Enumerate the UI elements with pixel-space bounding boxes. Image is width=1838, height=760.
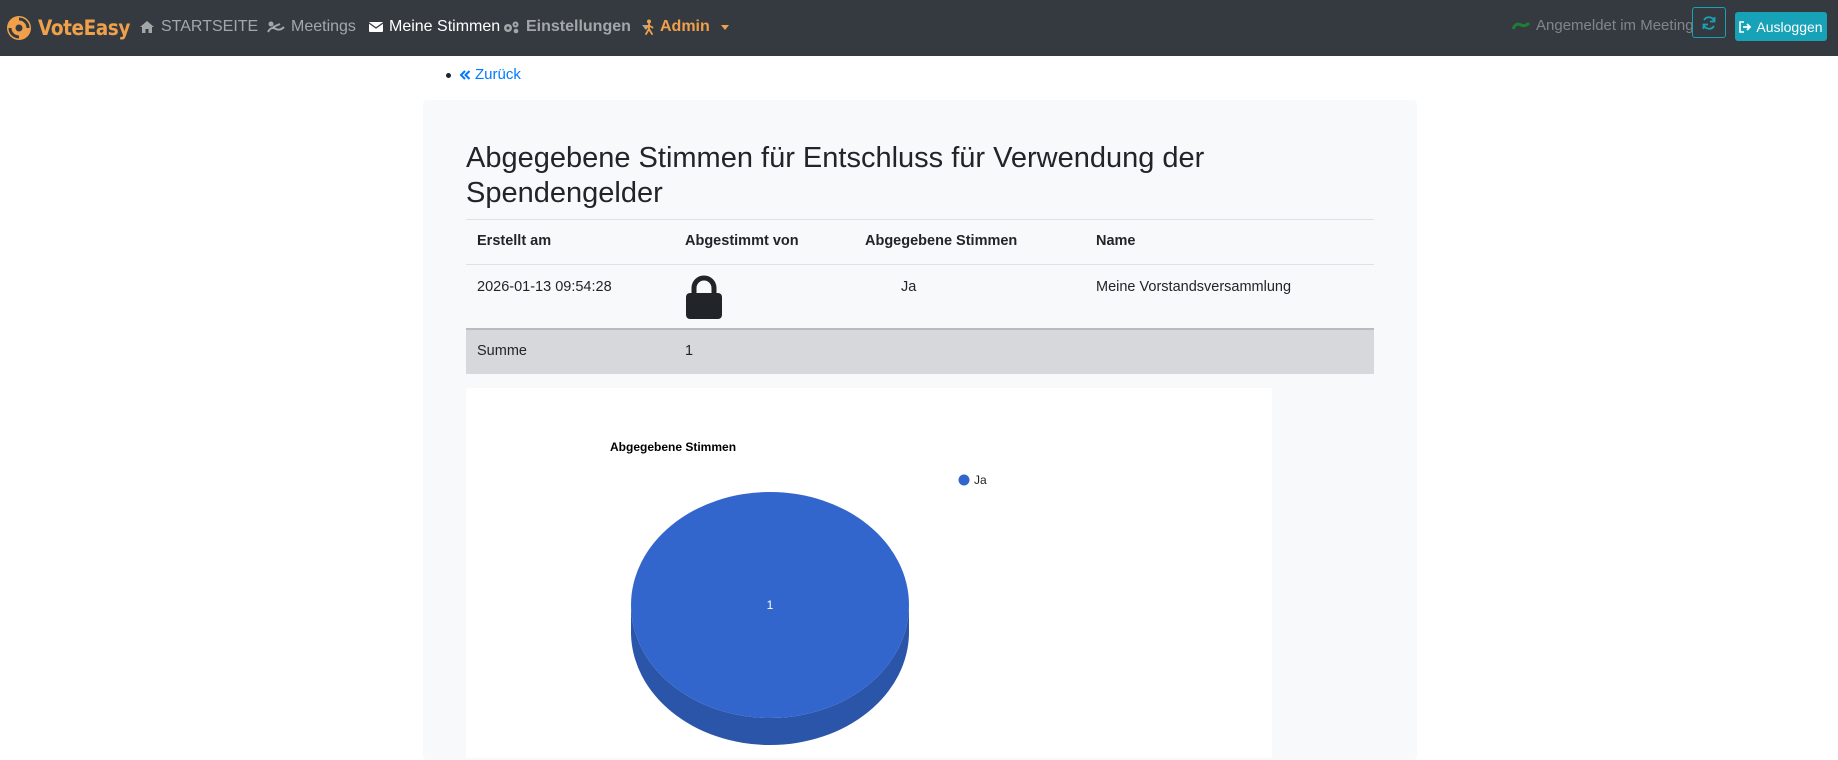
cell-vote: Ja bbox=[901, 279, 917, 295]
logout-label: Ausloggen bbox=[1756, 18, 1823, 35]
meeting-icon bbox=[267, 21, 285, 33]
header-erstellt-am: Erstellt am bbox=[477, 233, 552, 249]
cell-created: 2026-01-13 09:54:28 bbox=[477, 279, 612, 295]
nav-einstellungen-label: Einstellungen bbox=[526, 18, 631, 35]
meeting-status-text: Angemeldet im Meeting bbox=[1536, 16, 1694, 34]
brand-name: VoteEasy bbox=[38, 16, 130, 40]
envelope-icon bbox=[369, 22, 383, 32]
legend-label: Ja bbox=[974, 473, 987, 487]
nav-startseite[interactable]: STARTSEITE bbox=[139, 17, 258, 37]
nav-meine-stimmen[interactable]: Meine Stimmen bbox=[369, 17, 500, 37]
home-icon bbox=[140, 21, 154, 33]
meeting-status: Angemeldet im Meeting bbox=[1512, 15, 1694, 35]
top-navbar: VoteEasy STARTSEITE Meetings Meine Stimm… bbox=[0, 0, 1838, 56]
nav-admin-label: Admin bbox=[660, 18, 710, 35]
back-link-label: Zurück bbox=[475, 66, 521, 83]
refresh-icon bbox=[1702, 15, 1716, 30]
page-title: Abgegebene Stimmen für Entschluss für Ve… bbox=[466, 142, 1205, 209]
back-link[interactable]: Zurück bbox=[459, 66, 521, 83]
nav-einstellungen-dropdown[interactable]: Einstellungen bbox=[502, 17, 650, 37]
nav-meetings-label: Meetings bbox=[291, 18, 356, 35]
cogs-icon bbox=[504, 21, 519, 34]
footer-summe-value: 1 bbox=[685, 343, 694, 359]
table-header-row: Erstellt am Abgestimmt von Abgegebene St… bbox=[466, 219, 1374, 265]
nav-admin-dropdown[interactable]: Admin bbox=[644, 17, 729, 37]
person-icon bbox=[644, 19, 654, 35]
brand[interactable]: VoteEasy bbox=[6, 13, 143, 43]
header-abgestimmt-von: Abgestimmt von bbox=[685, 233, 799, 249]
legend-marker bbox=[958, 474, 970, 486]
brand-logo-icon bbox=[7, 16, 31, 40]
pie-chart: Abgegebene Stimmen 1 Ja bbox=[466, 388, 1272, 758]
nav-startseite-label: STARTSEITE bbox=[161, 18, 259, 35]
chart-title: Abgegebene Stimmen bbox=[610, 440, 736, 454]
table-footer-row: Summe 1 bbox=[466, 328, 1374, 374]
refresh-button[interactable] bbox=[1692, 7, 1726, 38]
logout-button[interactable]: Ausloggen bbox=[1735, 12, 1827, 41]
header-abgegebene-stimmen: Abgegebene Stimmen bbox=[865, 233, 1018, 249]
double-chevron-left-icon bbox=[459, 69, 471, 80]
table-row: 2026-01-13 09:54:28 Ja Meine Vorstandsve… bbox=[466, 264, 1374, 328]
nav-meetings[interactable]: Meetings bbox=[267, 17, 356, 37]
pie-chart-svg: Abgegebene Stimmen 1 Ja bbox=[610, 440, 987, 745]
lock-icon bbox=[684, 274, 724, 324]
footer-summe-label: Summe bbox=[477, 343, 527, 359]
nav-meine-stimmen-label: Meine Stimmen bbox=[389, 18, 501, 35]
meeting-status-icon bbox=[1512, 21, 1530, 30]
sign-out-icon bbox=[1739, 20, 1752, 33]
pie-slice-label: 1 bbox=[767, 598, 774, 612]
list-bullet bbox=[446, 73, 451, 78]
cell-name: Meine Vorstandsversammlung bbox=[1096, 279, 1292, 295]
header-name: Name bbox=[1096, 233, 1136, 249]
chevron-down-icon bbox=[720, 24, 729, 30]
